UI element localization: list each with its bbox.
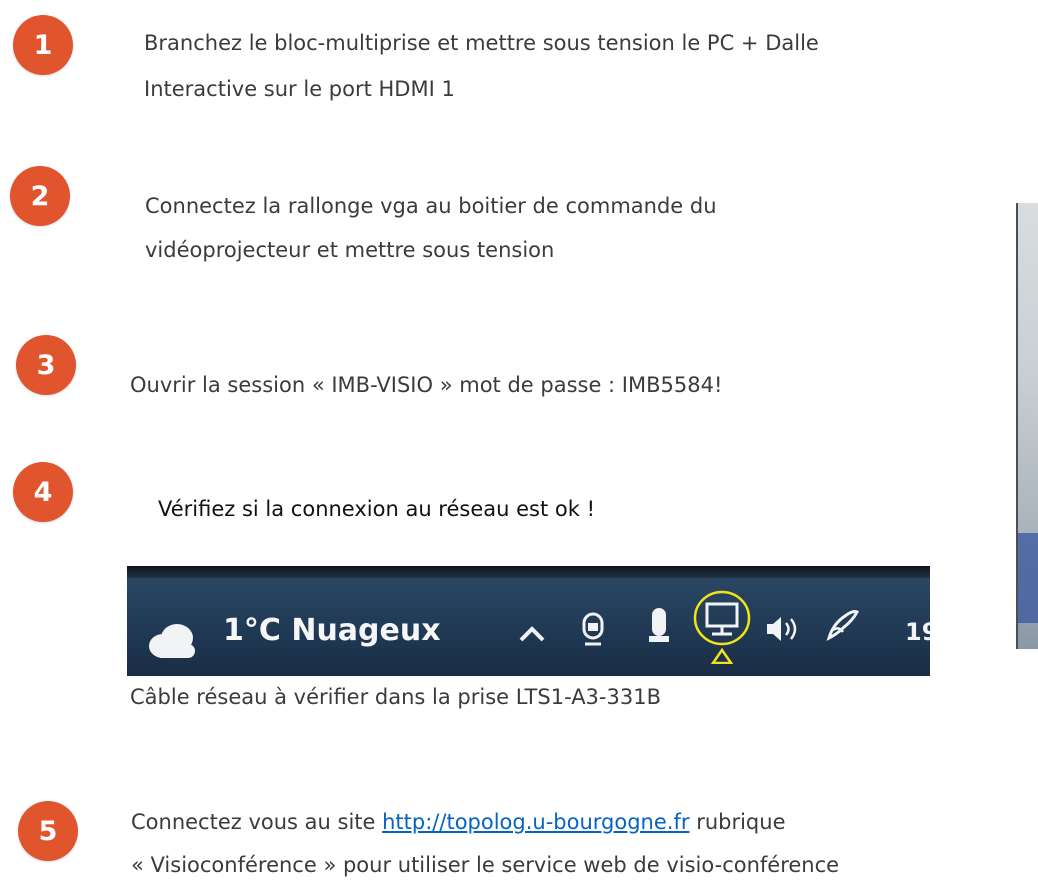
step-2-line-1: Connectez la rallonge vga au boitier de … xyxy=(145,194,717,218)
cloud-icon xyxy=(149,624,195,658)
equipment-photo-detail xyxy=(1018,533,1038,623)
step-5-line-2: « Visioconférence » pour utiliser le ser… xyxy=(131,853,840,877)
meet-now-icon[interactable] xyxy=(579,610,607,650)
chevron-up-icon[interactable] xyxy=(517,624,547,644)
network-icon[interactable] xyxy=(692,588,752,664)
step-5-text-start: Connectez vous au site xyxy=(131,810,376,834)
pen-icon[interactable] xyxy=(823,604,863,644)
step-1-line-1: Branchez le bloc-multiprise et mettre so… xyxy=(144,31,819,55)
topolog-link[interactable]: http://topolog.u-bourgogne.fr xyxy=(382,810,689,834)
taskbar-top-edge xyxy=(127,566,930,578)
taskbar-photo: 1°C Nuageux 19 xyxy=(127,566,930,676)
step-3-text: Ouvrir la session « IMB-VISIO » mot de p… xyxy=(130,373,723,397)
step-1-badge: 1 xyxy=(13,15,73,75)
equipment-photo xyxy=(1016,203,1038,649)
clock-partial: 19 xyxy=(905,618,930,646)
step-2-line-2: vidéoprojecteur et mettre sous tension xyxy=(145,238,555,262)
step-3-badge: 3 xyxy=(16,335,76,395)
step-5-line-1: Connectez vous au site http://topolog.u-… xyxy=(131,803,786,842)
network-caption: Câble réseau à vérifier dans la prise LT… xyxy=(130,685,661,709)
step-4-badge: 4 xyxy=(13,462,73,522)
weather-text: 1°C Nuageux xyxy=(223,613,441,648)
speaker-icon[interactable] xyxy=(765,614,805,644)
step-4-text: Vérifiez si la connexion au réseau est o… xyxy=(158,497,595,521)
microphone-icon[interactable] xyxy=(647,606,671,650)
step-1-line-2: Interactive sur le port HDMI 1 xyxy=(144,77,455,101)
step-2-badge: 2 xyxy=(10,166,70,226)
step-5-badge: 5 xyxy=(18,801,78,861)
step-5-text-rubrique: rubrique xyxy=(696,810,786,834)
